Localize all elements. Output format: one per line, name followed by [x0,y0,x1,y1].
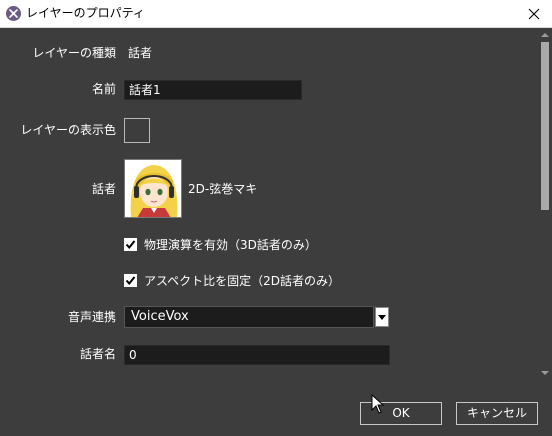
speaker-name-label: 話者名 [79,347,116,361]
display-color-label: レイヤーの表示色 [20,123,116,137]
mouse-cursor-icon [371,394,385,414]
scrollbar-thumb[interactable] [541,42,549,210]
checkmark-icon [125,239,136,249]
close-button[interactable] [516,0,552,27]
layer-type-value: 話者 [128,46,153,60]
scroll-down-icon[interactable] [538,366,552,380]
scroll-up-icon[interactable] [538,28,552,42]
voice-link-select[interactable]: VoiceVox [124,306,374,328]
physics-checkbox[interactable] [124,237,137,251]
name-field[interactable]: 話者1 [124,80,302,100]
title-bar: レイヤーのプロパティ [0,0,552,28]
aspect-checkbox-row[interactable]: アスペクト比を固定（2D話者のみ） [124,272,340,288]
aspect-checkbox[interactable] [124,273,137,287]
chevron-down-icon [378,315,386,320]
speaker-name-text: 2D-弦巻マキ [188,182,258,196]
checkmark-icon [125,275,136,285]
physics-checkbox-label: 物理演算を有効（3D話者のみ） [144,237,317,252]
physics-checkbox-row[interactable]: 物理演算を有効（3D話者のみ） [124,236,317,252]
speaker-name-field[interactable]: 0 [124,345,390,365]
vertical-scrollbar[interactable] [538,28,552,436]
name-label: 名前 [91,82,116,96]
app-logo-icon [6,6,21,21]
voice-link-label: 音声連携 [67,310,116,324]
close-icon [528,8,540,19]
speaker-label: 話者 [91,182,116,196]
layer-type-label: レイヤーの種類 [32,46,116,60]
speaker-avatar-icon [125,160,181,217]
window-title: レイヤーのプロパティ [26,6,145,20]
properties-panel: レイヤーの種類 話者 名前 話者1 レイヤーの表示色 話者 2D-弦巻マキ 物理… [0,28,538,436]
aspect-checkbox-label: アスペクト比を固定（2D話者のみ） [144,273,341,288]
color-picker-button[interactable] [124,118,150,143]
cancel-button[interactable]: キャンセル [456,402,538,425]
speaker-avatar-button[interactable] [124,159,182,218]
voice-link-dropdown-button[interactable] [375,307,389,327]
